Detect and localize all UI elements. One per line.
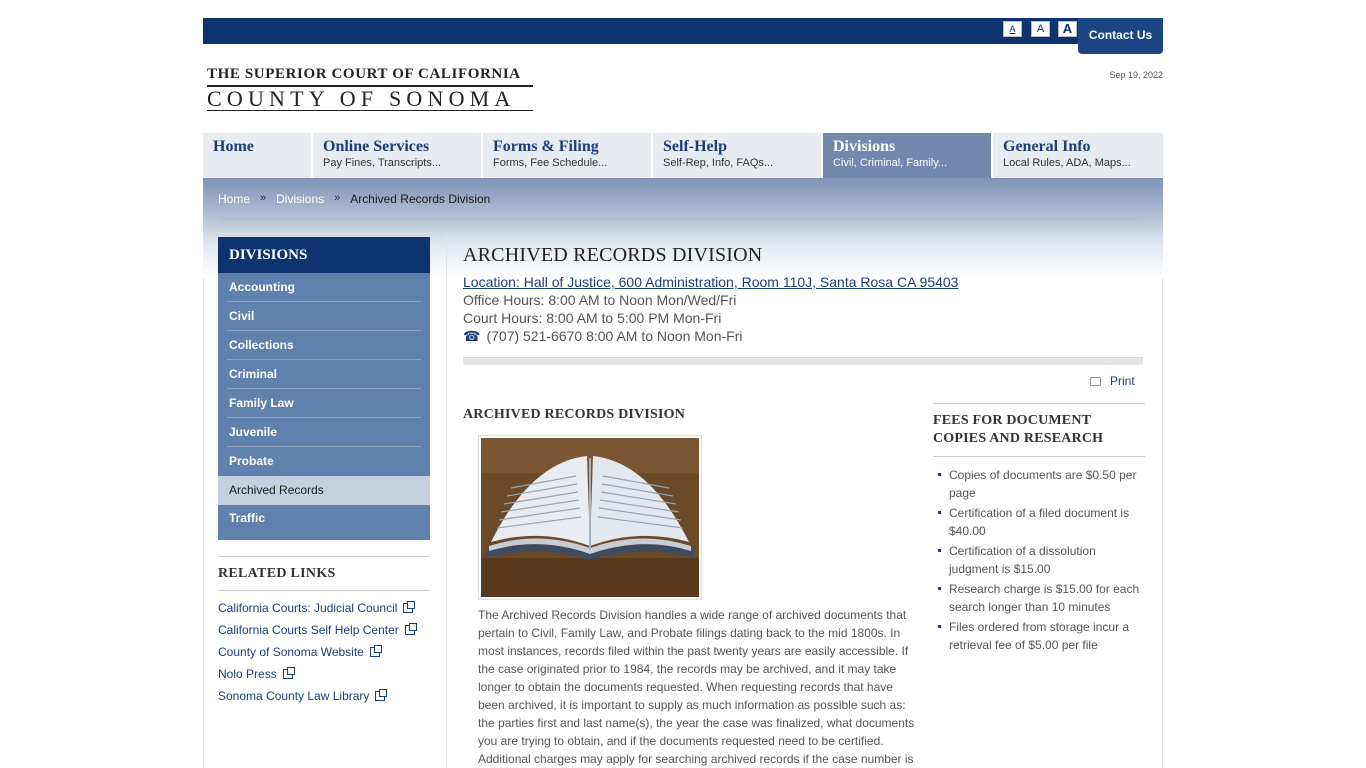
phone-row: ☎ (707) 521-6670 8:00 AM to Noon Mon-Fri <box>463 327 958 345</box>
nav-forms-filing[interactable]: Forms & Filing Forms, Fee Schedule... <box>483 133 653 178</box>
nav-divisions-sub: Civil, Criminal, Family... <box>833 157 948 169</box>
related-link-label: County of Sonoma Website <box>218 645 364 659</box>
nav-general-info-sub: Local Rules, ADA, Maps... <box>1003 157 1131 169</box>
court-hours: Court Hours: 8:00 AM to 5:00 PM Mon-Fri <box>463 310 722 326</box>
fee-item: Certification of a filed document is $40… <box>938 504 1145 540</box>
nav-general-info-title: General Info <box>1003 138 1091 155</box>
phone-icon: ☎ <box>463 328 481 344</box>
external-link-icon <box>282 667 295 679</box>
print-label: Print <box>1110 374 1135 388</box>
sidebar-item-civil[interactable]: Civil <box>227 302 421 331</box>
sidebar-item-family-law[interactable]: Family Law <box>227 389 421 418</box>
divisions-sidebar: DIVISIONS Accounting Civil Collections C… <box>218 237 430 540</box>
font-size-large-button[interactable]: A <box>1058 21 1077 37</box>
nav-self-help-sub: Self-Rep, Info, FAQs... <box>663 157 774 169</box>
sidebar-list: Accounting Civil Collections Criminal Fa… <box>218 273 430 540</box>
contact-us-button[interactable]: Contact Us <box>1078 18 1163 54</box>
column-divider <box>446 233 447 768</box>
fee-item: Certification of a dissolution judgment … <box>938 542 1145 578</box>
related-link-label: Sonoma County Law Library <box>218 689 370 703</box>
sidebar-item-juvenile[interactable]: Juvenile <box>227 418 421 447</box>
main-nav: Home Online Services Pay Fines, Transcri… <box>203 133 1163 178</box>
content-divider <box>463 357 1143 365</box>
sidebar-heading: DIVISIONS <box>218 237 430 273</box>
nav-self-help[interactable]: Self-Help Self-Rep, Info, FAQs... <box>653 133 823 178</box>
breadcrumb-separator: » <box>260 192 267 204</box>
fees-list: Copies of documents are $0.50 per page C… <box>933 466 1145 654</box>
related-link[interactable]: California Courts Self Help Center <box>218 622 430 644</box>
related-link-label: Nolo Press <box>218 667 277 681</box>
external-link-icon <box>403 601 416 613</box>
open-book-illustration <box>481 438 699 597</box>
related-links: RELATED LINKS California Courts: Judicia… <box>218 556 430 710</box>
sidebar-item-collections[interactable]: Collections <box>227 331 421 360</box>
font-size-small-button[interactable]: A <box>1003 21 1022 37</box>
related-link[interactable]: Sonoma County Law Library <box>218 688 430 710</box>
sidebar-item-accounting[interactable]: Accounting <box>227 273 421 302</box>
content-heading: ARCHIVED RECORDS DIVISION <box>463 407 686 422</box>
related-link-label: California Courts: Judicial Council <box>218 601 398 615</box>
fee-item: Copies of documents are $0.50 per page <box>938 466 1145 502</box>
sidebar-item-traffic[interactable]: Traffic <box>227 505 421 539</box>
external-link-icon <box>369 645 382 657</box>
related-link[interactable]: California Courts: Judicial Council <box>218 600 430 622</box>
court-logo[interactable]: THE SUPERIOR COURT OF CALIFORNIA COUNTY … <box>207 66 533 111</box>
related-link-label: California Courts Self Help Center <box>218 623 399 637</box>
open-book-image <box>478 435 702 600</box>
breadcrumb-current: Archived Records Division <box>350 192 491 206</box>
current-date: Sep 19, 2022 <box>1109 70 1163 80</box>
nav-online-services-sub: Pay Fines, Transcripts... <box>323 157 441 169</box>
related-link[interactable]: County of Sonoma Website <box>218 644 430 666</box>
fee-item: Research charge is $15.00 for each searc… <box>938 580 1145 616</box>
nav-divisions-title: Divisions <box>833 138 896 155</box>
related-links-list: California Courts: Judicial Council Cali… <box>218 600 430 710</box>
external-link-icon <box>404 623 417 635</box>
nav-general-info[interactable]: General Info Local Rules, ADA, Maps... <box>993 133 1163 178</box>
phone-number: (707) 521-6670 8:00 AM to Noon Mon-Fri <box>486 328 743 344</box>
printer-icon <box>1090 377 1101 386</box>
nav-forms-filing-title: Forms & Filing <box>493 138 599 155</box>
nav-home[interactable]: Home <box>203 133 313 178</box>
breadcrumb-divisions-link[interactable]: Divisions <box>276 192 324 206</box>
nav-online-services-title: Online Services <box>323 138 430 155</box>
print-button[interactable]: Print <box>1090 374 1135 388</box>
logo-line-2: COUNTY OF SONOMA <box>207 87 533 111</box>
logo-line-1: THE SUPERIOR COURT OF CALIFORNIA <box>207 66 533 87</box>
related-links-heading: RELATED LINKS <box>218 557 430 591</box>
nav-self-help-title: Self-Help <box>663 138 727 155</box>
division-description: The Archived Records Division handles a … <box>478 608 915 766</box>
sidebar-item-probate[interactable]: Probate <box>227 447 421 476</box>
page-title: ARCHIVED RECORDS DIVISION <box>463 244 763 266</box>
location-link[interactable]: Location: Hall of Justice, 600 Administr… <box>463 273 958 291</box>
fee-item: Files ordered from storage incur a retri… <box>938 618 1145 654</box>
division-info: Location: Hall of Justice, 600 Administr… <box>463 273 958 345</box>
nav-forms-filing-sub: Forms, Fee Schedule... <box>493 157 608 169</box>
related-link[interactable]: Nolo Press <box>218 666 430 688</box>
office-hours: Office Hours: 8:00 AM to Noon Mon/Wed/Fr… <box>463 292 737 308</box>
font-size-medium-button[interactable]: A <box>1031 21 1050 37</box>
external-link-icon <box>375 689 388 701</box>
nav-online-services[interactable]: Online Services Pay Fines, Transcripts..… <box>313 133 483 178</box>
breadcrumb: Home » Divisions » Archived Records Divi… <box>218 192 490 206</box>
nav-divisions[interactable]: Divisions Civil, Criminal, Family... <box>823 133 993 178</box>
breadcrumb-separator: » <box>334 192 341 204</box>
breadcrumb-home-link[interactable]: Home <box>218 192 250 206</box>
sidebar-item-archived-records[interactable]: Archived Records <box>218 476 430 505</box>
sidebar-item-criminal[interactable]: Criminal <box>227 360 421 389</box>
nav-home-title: Home <box>213 138 254 155</box>
fees-heading: FEES FOR DOCUMENT COPIES AND RESEARCH <box>933 404 1145 457</box>
breadcrumb-divider <box>218 213 1143 220</box>
fees-box: FEES FOR DOCUMENT COPIES AND RESEARCH Co… <box>933 403 1145 656</box>
